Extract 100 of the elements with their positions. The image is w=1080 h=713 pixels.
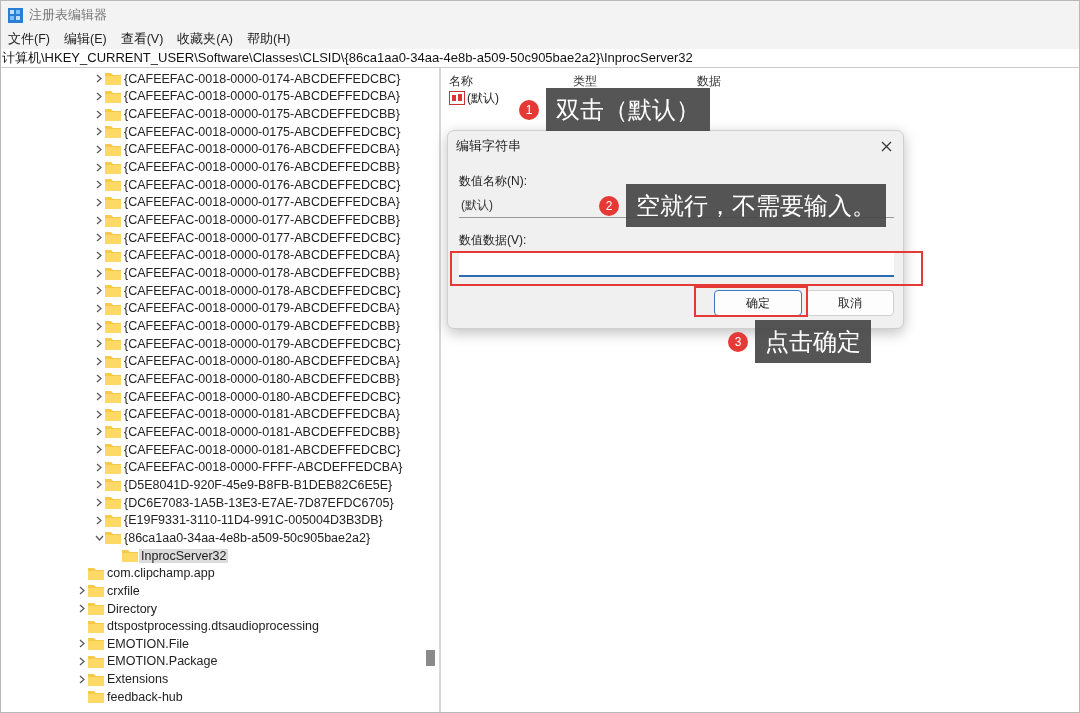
chevron-right-icon[interactable] [96,162,102,172]
chevron-right-icon[interactable] [96,480,102,490]
folder-icon [105,513,121,527]
chevron-right-icon[interactable] [96,92,102,101]
tree-item[interactable]: {CAFEEFAC-0018-0000-0175-ABCDEFFEDCBC} [122,124,403,139]
tree-item[interactable]: {CAFEEFAC-0018-0000-0181-ABCDEFFEDCBA} [122,407,402,422]
chevron-right-icon[interactable] [96,339,102,349]
tree-item[interactable]: {CAFEEFAC-0018-0000-0174-ABCDEFFEDCBC} [122,71,403,86]
field-label: 数值数据(V): [459,232,527,249]
tree-item[interactable]: {CAFEEFAC-0018-0000-0175-ABCDEFFEDCBB} [122,107,402,122]
tree-item[interactable]: {CAFEEFAC-0018-0000-0181-ABCDEFFEDCBB} [122,424,402,439]
chevron-down-icon[interactable] [94,534,104,541]
chevron-right-icon[interactable] [96,286,102,296]
menu-item[interactable]: 收藏夹(A) [173,31,237,48]
tree-item[interactable]: {CAFEEFAC-0018-0000-0178-ABCDEFFEDCBB} [122,266,402,281]
chevron-right-icon[interactable] [96,374,102,384]
value-data-field[interactable] [459,253,894,277]
ok-button[interactable]: 确定 [714,290,802,316]
tree-item[interactable]: com.clipchamp.app [105,566,217,581]
tree-item[interactable]: {CAFEEFAC-0018-0000-FFFF-ABCDEFFEDCBA} [122,460,405,475]
folder-icon [88,655,104,668]
chevron-right-icon[interactable] [96,109,102,119]
tree-item[interactable]: {CAFEEFAC-0018-0000-0177-ABCDEFFEDCBB} [122,213,402,228]
tree-item[interactable]: {CAFEEFAC-0018-0000-0180-ABCDEFFEDCBB} [122,372,402,386]
tree-item[interactable]: {CAFEEFAC-0018-0000-0178-ABCDEFFEDCBA} [122,248,402,263]
chevron-right-icon[interactable] [79,674,85,684]
tree-item[interactable]: {CAFEEFAC-0018-0000-0180-ABCDEFFEDCBC} [122,389,403,404]
tree-item[interactable]: {CAFEEFAC-0018-0000-0177-ABCDEFFEDCBC} [122,230,403,245]
tree-item[interactable]: EMOTION.File [105,636,191,651]
close-icon[interactable] [881,140,892,152]
cancel-button[interactable]: 取消 [806,290,894,316]
tree-item[interactable]: {E19F9331-3110-11D4-991C-005004D3B3DB} [122,513,385,528]
chevron-right-icon[interactable] [79,586,85,596]
tree-item[interactable]: {CAFEEFAC-0018-0000-0181-ABCDEFFEDCBC} [122,442,403,457]
tree-item[interactable]: {CAFEEFAC-0018-0000-0179-ABCDEFFEDCBA} [122,301,402,316]
folder-icon [105,372,121,386]
chevron-right-icon[interactable] [96,321,102,331]
chevron-right-icon[interactable] [96,233,102,243]
tree-item[interactable]: {CAFEEFAC-0018-0000-0176-ABCDEFFEDCBC} [122,177,403,192]
tree-item[interactable]: EMOTION.Package [105,654,220,669]
folder-icon [105,531,121,545]
tree-item[interactable]: Directory [105,601,159,616]
chevron-right-icon[interactable] [96,74,102,84]
chevron-right-icon[interactable] [96,462,102,472]
chevron-right-icon[interactable] [96,268,102,278]
column-header[interactable]: 数据 [697,72,821,90]
menu-item[interactable]: 查看(V) [116,31,168,48]
folder-icon [105,478,121,492]
tree-item[interactable]: {CAFEEFAC-0018-0000-0176-ABCDEFFEDCBB} [122,160,402,175]
folder-icon [105,72,121,86]
chevron-right-icon[interactable] [96,445,102,455]
chevron-right-icon[interactable] [96,303,102,313]
chevron-right-icon[interactable] [96,409,102,419]
tree-item[interactable]: InprocServer32 [139,548,229,563]
folder-icon [105,337,121,351]
folder-icon [88,637,104,651]
tree-item[interactable]: {CAFEEFAC-0018-0000-0177-ABCDEFFEDCBA} [122,195,402,210]
folder-icon [105,354,121,368]
chevron-right-icon[interactable] [96,197,102,207]
tree-item[interactable]: dtspostprocessing.dtsaudioprocessing [105,619,321,634]
tree-item[interactable]: {CAFEEFAC-0018-0000-0178-ABCDEFFEDCBC} [122,283,403,298]
chevron-right-icon[interactable] [96,498,102,508]
tree-item[interactable]: {CAFEEFAC-0018-0000-0176-ABCDEFFEDCBA} [122,142,402,157]
tree-item[interactable]: {CAFEEFAC-0018-0000-0175-ABCDEFFEDCBA} [122,89,402,104]
chevron-right-icon[interactable] [96,392,102,402]
menu-item[interactable]: 帮助(H) [243,31,295,48]
chevron-right-icon[interactable] [96,180,102,190]
tree-item[interactable]: {CAFEEFAC-0018-0000-0179-ABCDEFFEDCBB} [122,319,402,333]
tree-item[interactable]: {CAFEEFAC-0018-0000-0179-ABCDEFFEDCBC} [122,336,403,351]
tree-item[interactable]: Extensions [105,672,171,687]
value-name[interactable]: (默认) [467,89,499,107]
menu-item[interactable]: 编辑(E) [59,31,111,48]
tree-item[interactable]: crxfile [105,583,142,598]
menu-item[interactable]: 文件(F) [4,31,54,48]
folder-icon [105,231,121,245]
column-header[interactable]: 名称 [449,72,573,90]
folder-icon [88,690,104,704]
tree-item[interactable]: {CAFEEFAC-0018-0000-0180-ABCDEFFEDCBA} [122,354,402,369]
tree-item[interactable]: {86ca1aa0-34aa-4e8b-a509-50c905bae2a2} [122,530,373,545]
chevron-right-icon[interactable] [96,127,102,137]
tree-item[interactable]: {DC6E7083-1A5B-13E3-E7AE-7D87EFDC6705} [122,495,396,510]
folder-icon [105,443,121,457]
folder-icon [105,160,121,174]
step-number: 1 [519,99,539,120]
chevron-right-icon[interactable] [96,144,102,154]
tree-item[interactable]: feedback-hub [105,689,185,704]
address-path[interactable]: 计算机\HKEY_CURRENT_USER\Software\Classes\CLSID\{86ca1aa0-34aa-4e8b-a509-50c905bae2a2}\InprocServer32 [1,49,693,67]
scrollbar-thumb[interactable] [426,650,435,666]
chevron-right-icon[interactable] [79,657,85,666]
chevron-right-icon[interactable] [96,356,102,366]
chevron-right-icon[interactable] [96,250,102,260]
chevron-right-icon[interactable] [96,515,102,525]
tree-item[interactable]: {D5E8041D-920F-45e9-B8FB-B1DEB82C6E5E} [122,477,395,492]
chevron-right-icon[interactable] [96,427,102,437]
chevron-right-icon[interactable] [96,215,102,225]
chevron-right-icon[interactable] [79,639,85,649]
value-name-field[interactable]: (默认) [459,193,594,217]
column-header[interactable]: 类型 [573,72,697,90]
folder-icon [105,142,121,156]
chevron-right-icon[interactable] [79,604,85,613]
